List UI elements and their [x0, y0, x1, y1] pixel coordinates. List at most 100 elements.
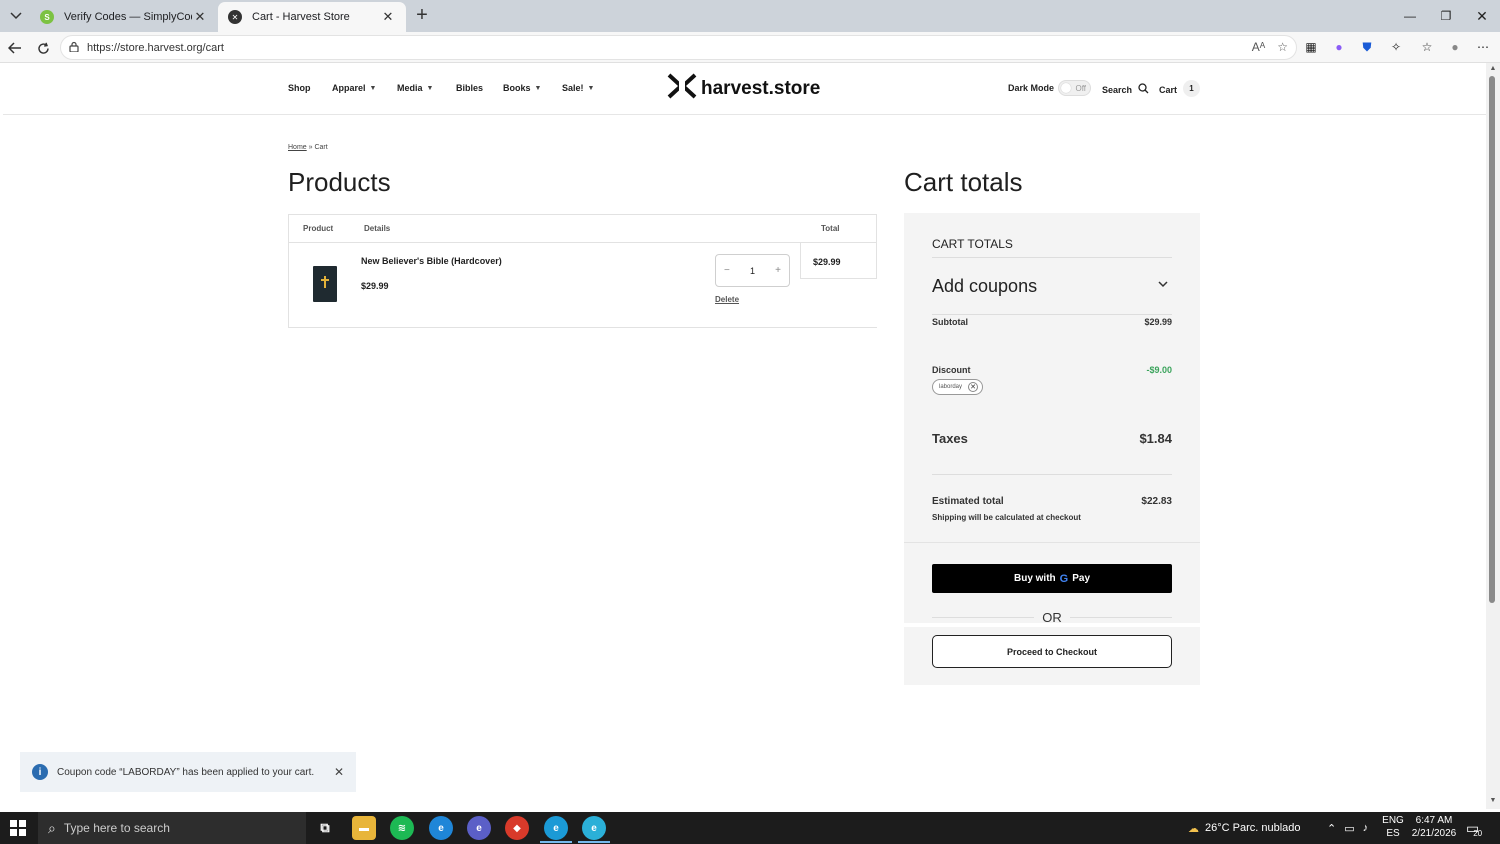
bitwarden-shield-icon[interactable]: ⛊: [1358, 38, 1376, 56]
remove-coupon-icon[interactable]: ✕: [968, 382, 979, 392]
quantity-decrease-button[interactable]: −: [724, 265, 730, 276]
windows-start-icon[interactable]: [0, 812, 36, 844]
dark-mode-toggle[interactable]: Off: [1058, 80, 1091, 96]
scroll-down-icon[interactable]: ▼: [1487, 797, 1499, 807]
search-button[interactable]: Search: [1102, 83, 1149, 96]
notifications-icon[interactable]: ▭ 20: [1466, 812, 1482, 844]
toggle-knob: [1061, 83, 1071, 93]
product-name-link[interactable]: New Believer's Bible (Hardcover): [361, 256, 502, 266]
chevron-down-icon[interactable]: [1158, 280, 1168, 291]
toggle-state: Off: [1075, 83, 1086, 93]
scrollbar-thumb[interactable]: [1489, 76, 1495, 603]
cart-label: Cart: [1159, 85, 1178, 95]
app-red-icon[interactable]: ◆: [505, 816, 529, 840]
product-thumbnail[interactable]: [313, 266, 337, 302]
breadcrumb-home-link[interactable]: Home: [288, 144, 307, 151]
extensions-puzzle-icon[interactable]: ✧: [1387, 38, 1405, 56]
col-details: Details: [364, 224, 391, 233]
cart-table-header: Product Details Total: [289, 215, 877, 243]
google-g-icon: G: [1059, 572, 1069, 585]
tab-harvest-cart[interactable]: ✕ Cart - Harvest Store ✕: [218, 2, 406, 32]
profile-avatar-icon[interactable]: ●: [1446, 38, 1464, 56]
nav-label: Bibles: [456, 83, 484, 93]
chevron-down-icon: ▼: [369, 84, 377, 92]
edge-beta-icon[interactable]: e: [582, 816, 606, 840]
back-arrow-icon[interactable]: [4, 37, 26, 59]
nav-label: Media: [397, 83, 423, 93]
taskbar-search-input[interactable]: ⌕ Type here to search: [38, 812, 306, 844]
harvest-logo[interactable]: harvest.store: [667, 73, 821, 103]
close-icon[interactable]: ✕: [334, 765, 344, 779]
or-separator: OR: [932, 609, 1172, 625]
network-icon[interactable]: ▭: [1344, 822, 1354, 835]
gpay-brand: Pay: [1072, 573, 1091, 584]
scroll-up-icon[interactable]: ▲: [1487, 65, 1499, 75]
logo-wordmark: harvest.store: [701, 78, 821, 99]
tab-close-icon[interactable]: ✕: [380, 9, 396, 25]
edge-active-icon[interactable]: e: [544, 816, 568, 840]
tab-simplycodes[interactable]: S Verify Codes — SimplyCodes ✕: [30, 2, 218, 32]
cart-totals-heading: CART TOTALS: [932, 237, 1013, 251]
url-input[interactable]: https://store.harvest.org/cart Aᴬ ☆: [60, 35, 1297, 60]
tray-overflow-icon[interactable]: ⌃: [1327, 822, 1336, 835]
extension-purple-icon[interactable]: ●: [1330, 38, 1348, 56]
favorite-star-icon[interactable]: ☆: [1277, 40, 1288, 54]
breadcrumb-current: Cart: [314, 144, 328, 151]
google-pay-button[interactable]: Buy with G Pay: [932, 564, 1172, 593]
chevron-down-icon: ▼: [587, 84, 595, 92]
breadcrumb: Home » Cart: [288, 144, 328, 151]
tab-list-chevron-icon[interactable]: [4, 4, 28, 28]
nav-books[interactable]: Books ▼: [503, 83, 541, 93]
weather-widget[interactable]: ☁ 26°C Parc. nublado: [1188, 812, 1301, 844]
language-indicator[interactable]: ENG ES: [1378, 814, 1408, 840]
favorites-icon[interactable]: ☆: [1418, 38, 1436, 56]
tab-close-icon[interactable]: ✕: [192, 9, 208, 25]
quantity-value[interactable]: 1: [750, 266, 755, 276]
cart-count-badge: 1: [1183, 80, 1201, 97]
add-coupons-toggle[interactable]: Add coupons: [932, 276, 1037, 297]
maximize-icon[interactable]: ❐: [1428, 0, 1464, 32]
row-total: $29.99: [813, 257, 841, 267]
quantity-increase-button[interactable]: +: [775, 265, 781, 276]
new-tab-plus-icon[interactable]: +: [412, 5, 432, 25]
address-toolbar: https://store.harvest.org/cart Aᴬ ☆ ▦ ● …: [0, 32, 1500, 63]
nav-media[interactable]: Media ▼: [397, 83, 433, 93]
file-explorer-icon[interactable]: ▬: [352, 816, 376, 840]
windows-taskbar: ⌕ Type here to search ⧉ ▬ ≋ e e ◆ e e ☁ …: [0, 812, 1500, 844]
or-label: OR: [1042, 609, 1062, 625]
taxes-label: Taxes: [932, 431, 968, 446]
nav-label: Books: [503, 83, 531, 93]
coupon-code: laborday: [939, 384, 963, 390]
chevron-down-icon: ▼: [534, 84, 542, 92]
system-tray: ⌃ ▭ ♪: [1327, 812, 1368, 844]
nav-sale[interactable]: Sale! ▼: [562, 83, 594, 93]
gpay-label: Buy with: [1013, 573, 1056, 584]
task-view-icon[interactable]: ⧉: [313, 816, 337, 840]
shipping-note: Shipping will be calculated at checkout: [932, 513, 1081, 522]
divider: [904, 542, 1200, 543]
nav-bibles[interactable]: Bibles: [456, 83, 483, 93]
proceed-to-checkout-button[interactable]: Proceed to Checkout: [932, 635, 1172, 668]
nav-shop[interactable]: Shop: [288, 83, 311, 93]
divider: [932, 474, 1172, 475]
coupon-applied-notice: i Coupon code “LABORDAY” has been applie…: [20, 752, 356, 792]
estimated-total-value: $22.83: [1141, 496, 1172, 507]
settings-more-icon[interactable]: ⋯: [1474, 38, 1492, 56]
edge-icon[interactable]: e: [429, 816, 453, 840]
quantity-stepper: − 1 +: [715, 254, 790, 287]
delete-item-link[interactable]: Delete: [715, 295, 739, 304]
spotify-icon[interactable]: ≋: [390, 816, 414, 840]
minimize-icon[interactable]: ―: [1392, 0, 1428, 32]
clock[interactable]: 6:47 AM 2/21/2026: [1408, 814, 1460, 840]
reload-icon[interactable]: [32, 37, 54, 59]
browser-tab-bar: S Verify Codes — SimplyCodes ✕ ✕ Cart - …: [0, 0, 1500, 32]
volume-icon[interactable]: ♪: [1363, 822, 1369, 834]
cart-button[interactable]: Cart 1: [1159, 80, 1201, 97]
info-icon: i: [32, 764, 48, 780]
collections-icon[interactable]: ▦: [1302, 38, 1320, 56]
divider: [932, 314, 1172, 315]
edge-profile-icon[interactable]: e: [467, 816, 491, 840]
nav-apparel[interactable]: Apparel ▼: [332, 83, 376, 93]
read-aloud-icon[interactable]: Aᴬ: [1252, 40, 1265, 54]
window-close-icon[interactable]: ✕: [1464, 0, 1500, 32]
